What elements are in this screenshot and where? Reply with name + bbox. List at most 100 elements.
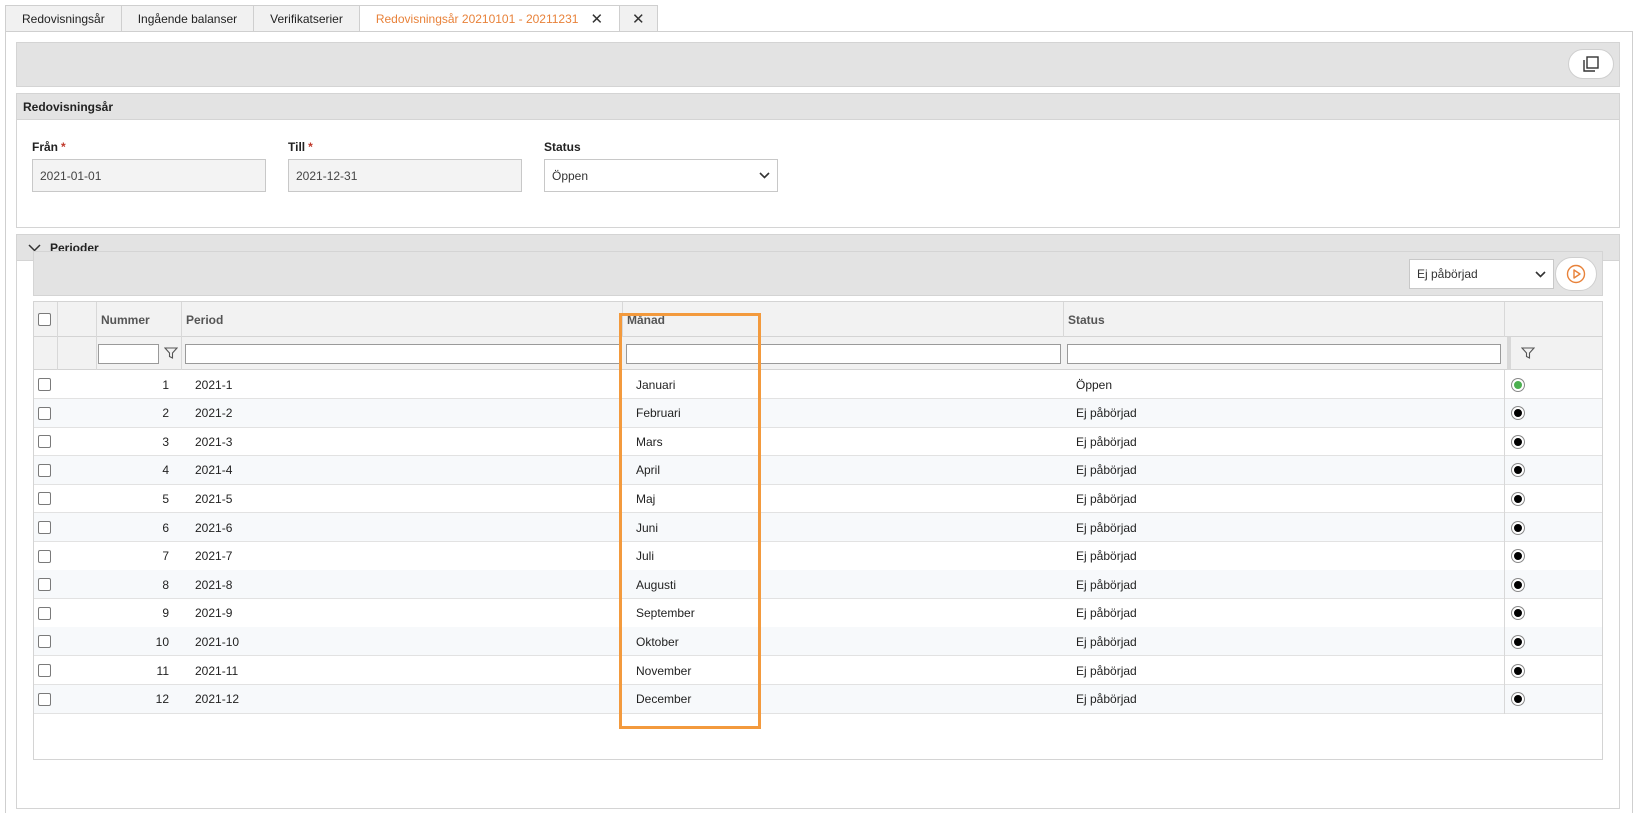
funnel-icon[interactable]: [164, 346, 178, 360]
row-checkbox[interactable]: [38, 406, 51, 420]
row-checkbox-cell: [38, 484, 51, 513]
column-header-month[interactable]: Månad: [622, 302, 1063, 337]
table-row[interactable]: 7 2021-7 Juli Ej påbörjad: [34, 541, 1602, 571]
status-filter-input[interactable]: [1067, 344, 1501, 364]
status-indicator-icon: [1512, 607, 1524, 620]
select-all-cell: [38, 302, 51, 337]
period-cell: 2021-11: [195, 663, 239, 678]
row-checkbox[interactable]: [38, 549, 51, 563]
row-checkbox[interactable]: [38, 435, 51, 449]
row-checkbox[interactable]: [38, 378, 51, 391]
copy-icon: [1583, 56, 1599, 72]
month-filter-input[interactable]: [626, 344, 1061, 364]
close-all-tabs-button[interactable]: ✕: [619, 5, 658, 32]
row-checkbox[interactable]: [38, 606, 51, 620]
row-checkbox-cell: [38, 399, 51, 428]
tab-redovisningsar[interactable]: Redovisningsår: [5, 5, 122, 32]
row-checkbox-cell: [38, 456, 51, 485]
table-row[interactable]: 1 2021-1 Januari Öppen: [34, 370, 1602, 399]
to-date-input[interactable]: 2021-12-31: [288, 159, 522, 192]
month-cell: December: [636, 692, 692, 707]
status-cell: Ej påbörjad: [1076, 463, 1137, 478]
month-cell: Juli: [636, 549, 655, 564]
close-icon[interactable]: ✕: [590, 12, 603, 27]
number-filter-input[interactable]: [98, 344, 159, 364]
period-cell: 2021-1: [195, 377, 233, 392]
table-row[interactable]: 10 2021-10 Oktober Ej påbörjad: [34, 627, 1602, 657]
row-checkbox-cell: [38, 599, 51, 628]
to-field: Till * 2021-12-31: [288, 140, 522, 192]
row-checkbox[interactable]: [38, 578, 51, 592]
status-cell: Ej påbörjad: [1076, 692, 1137, 707]
funnel-icon[interactable]: [1521, 346, 1535, 360]
tab-redovisningsar-2021[interactable]: Redovisningsår 20210101 - 20211231 ✕: [358, 5, 621, 32]
row-checkbox[interactable]: [38, 664, 51, 677]
status-indicator-icon: [1512, 435, 1524, 448]
column-divider: [57, 337, 58, 370]
table-row[interactable]: 9 2021-9 September Ej påbörjad: [34, 598, 1602, 628]
table-row[interactable]: 3 2021-3 Mars Ej påbörjad: [34, 427, 1602, 457]
table-row[interactable]: 6 2021-6 Juni Ej påbörjad: [34, 513, 1602, 542]
tab-bar: Redovisningsår Ingående balanser Verifik…: [5, 5, 658, 32]
period-cell: 2021-8: [195, 577, 233, 592]
run-button[interactable]: [1555, 257, 1597, 291]
row-checkbox-cell: [38, 685, 51, 714]
section-header: Redovisningsår: [17, 94, 1619, 120]
period-cell: 2021-9: [195, 606, 233, 621]
number-cell: 6: [162, 520, 169, 535]
from-label: Från *: [32, 140, 66, 154]
tab-verifikatserier[interactable]: Verifikatserier: [253, 5, 360, 32]
column-divider: [1504, 427, 1505, 457]
status-cell: Ej påbörjad: [1076, 606, 1137, 621]
row-checkbox[interactable]: [38, 692, 51, 706]
column-divider: [1504, 541, 1505, 571]
column-header-number[interactable]: Nummer: [96, 302, 181, 337]
column-divider: [1504, 513, 1505, 542]
row-checkbox-cell: [38, 370, 51, 399]
grid-filter-row: [34, 337, 1602, 370]
status-cell: Öppen: [1076, 377, 1113, 392]
status-indicator-icon: [1512, 464, 1524, 477]
row-checkbox[interactable]: [38, 635, 51, 649]
period-status-select[interactable]: Ej påbörjad: [1409, 259, 1554, 289]
select-all-checkbox[interactable]: [38, 313, 51, 326]
row-checkbox-cell: [38, 627, 51, 656]
row-checkbox-cell: [38, 542, 51, 571]
number-cell: 3: [162, 434, 169, 449]
status-indicator-icon: [1512, 578, 1524, 591]
column-header-period[interactable]: Period: [181, 302, 622, 337]
row-checkbox[interactable]: [38, 492, 51, 506]
status-indicator-icon: [1512, 635, 1524, 648]
month-cell: Mars: [636, 434, 663, 449]
from-date-input[interactable]: 2021-01-01: [32, 159, 266, 192]
table-row[interactable]: 4 2021-4 April Ej påbörjad: [34, 455, 1602, 485]
month-cell: Januari: [636, 377, 676, 392]
row-checkbox[interactable]: [38, 463, 51, 477]
column-header-status[interactable]: Status: [1063, 302, 1504, 337]
month-cell: April: [636, 463, 661, 478]
column-divider: [1504, 627, 1505, 657]
status-cell: Ej påbörjad: [1076, 491, 1137, 506]
table-row[interactable]: 11 2021-11 November Ej påbörjad: [34, 656, 1602, 685]
column-divider: [96, 337, 97, 370]
row-checkbox-cell: [38, 656, 51, 685]
number-cell: 7: [162, 549, 169, 564]
status-indicator-cell: [1512, 399, 1524, 428]
status-select[interactable]: Öppen: [544, 159, 778, 192]
status-cell: Ej påbörjad: [1076, 406, 1137, 421]
table-row[interactable]: 8 2021-8 Augusti Ej påbörjad: [34, 570, 1602, 600]
month-cell: Maj: [636, 491, 656, 506]
table-row[interactable]: 2 2021-2 Februari Ej påbörjad: [34, 398, 1602, 428]
period-cell: 2021-6: [195, 520, 233, 535]
table-row[interactable]: 12 2021-12 December Ej påbörjad: [34, 684, 1602, 714]
month-cell: Juni: [636, 520, 659, 535]
copy-button[interactable]: [1568, 49, 1614, 79]
status-indicator-icon: [1512, 550, 1524, 563]
tab-ingaende-balanser[interactable]: Ingående balanser: [120, 5, 255, 32]
column-divider: [1504, 370, 1505, 399]
row-checkbox[interactable]: [38, 521, 51, 534]
period-filter-input[interactable]: [185, 344, 620, 364]
number-cell: 5: [162, 491, 169, 506]
table-row[interactable]: 5 2021-5 Maj Ej påbörjad: [34, 484, 1602, 514]
column-divider: [1504, 455, 1505, 485]
